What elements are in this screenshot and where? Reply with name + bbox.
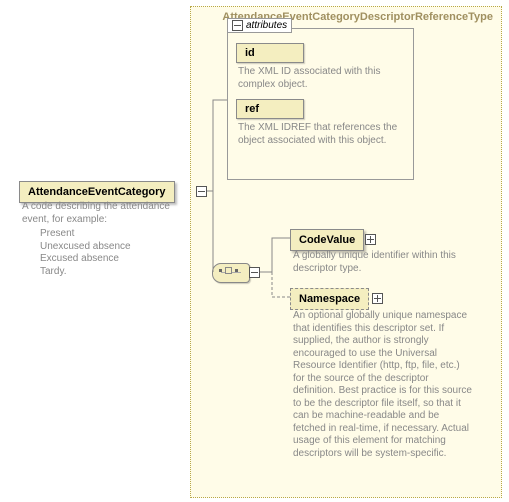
element-namespace[interactable]: Namespace (290, 288, 369, 310)
element-codevalue[interactable]: CodeValue (290, 229, 364, 251)
sequence-connector[interactable] (212, 263, 250, 283)
element-label: Namespace (299, 293, 360, 305)
attr-label: id (245, 47, 255, 59)
expand-icon[interactable] (365, 234, 376, 245)
attribute-ref[interactable]: ref (236, 99, 304, 119)
attribute-id[interactable]: id (236, 43, 304, 63)
collapse-icon[interactable] (249, 267, 260, 278)
desc-example: Excused absence (40, 253, 192, 266)
attributes-frame: attributes id The XML ID associated with… (227, 28, 414, 180)
desc-example: Unexcused absence (40, 241, 192, 254)
attr-label: ref (245, 103, 259, 115)
element-label: AttendanceEventCategory (28, 186, 166, 198)
desc-example: Present (40, 228, 192, 241)
namespace-desc: An optional globally unique namespace th… (293, 310, 473, 460)
collapse-icon (232, 20, 243, 31)
element-attendance-event-category[interactable]: AttendanceEventCategory (19, 181, 175, 203)
element-description: A code describing the attendance event, … (22, 201, 192, 278)
attributes-header[interactable]: attributes (227, 18, 292, 33)
desc-intro: A code describing the attendance event, … (22, 201, 170, 225)
codevalue-desc: A globally unique identifier within this… (293, 250, 463, 275)
collapse-icon[interactable] (196, 186, 207, 197)
expand-icon[interactable] (372, 293, 383, 304)
element-label: CodeValue (299, 234, 355, 246)
attributes-title: attributes (246, 20, 287, 31)
desc-example: Tardy. (40, 266, 192, 279)
attribute-id-desc: The XML ID associated with this complex … (236, 66, 398, 91)
attribute-ref-desc: The XML IDREF that references the object… (236, 122, 398, 147)
